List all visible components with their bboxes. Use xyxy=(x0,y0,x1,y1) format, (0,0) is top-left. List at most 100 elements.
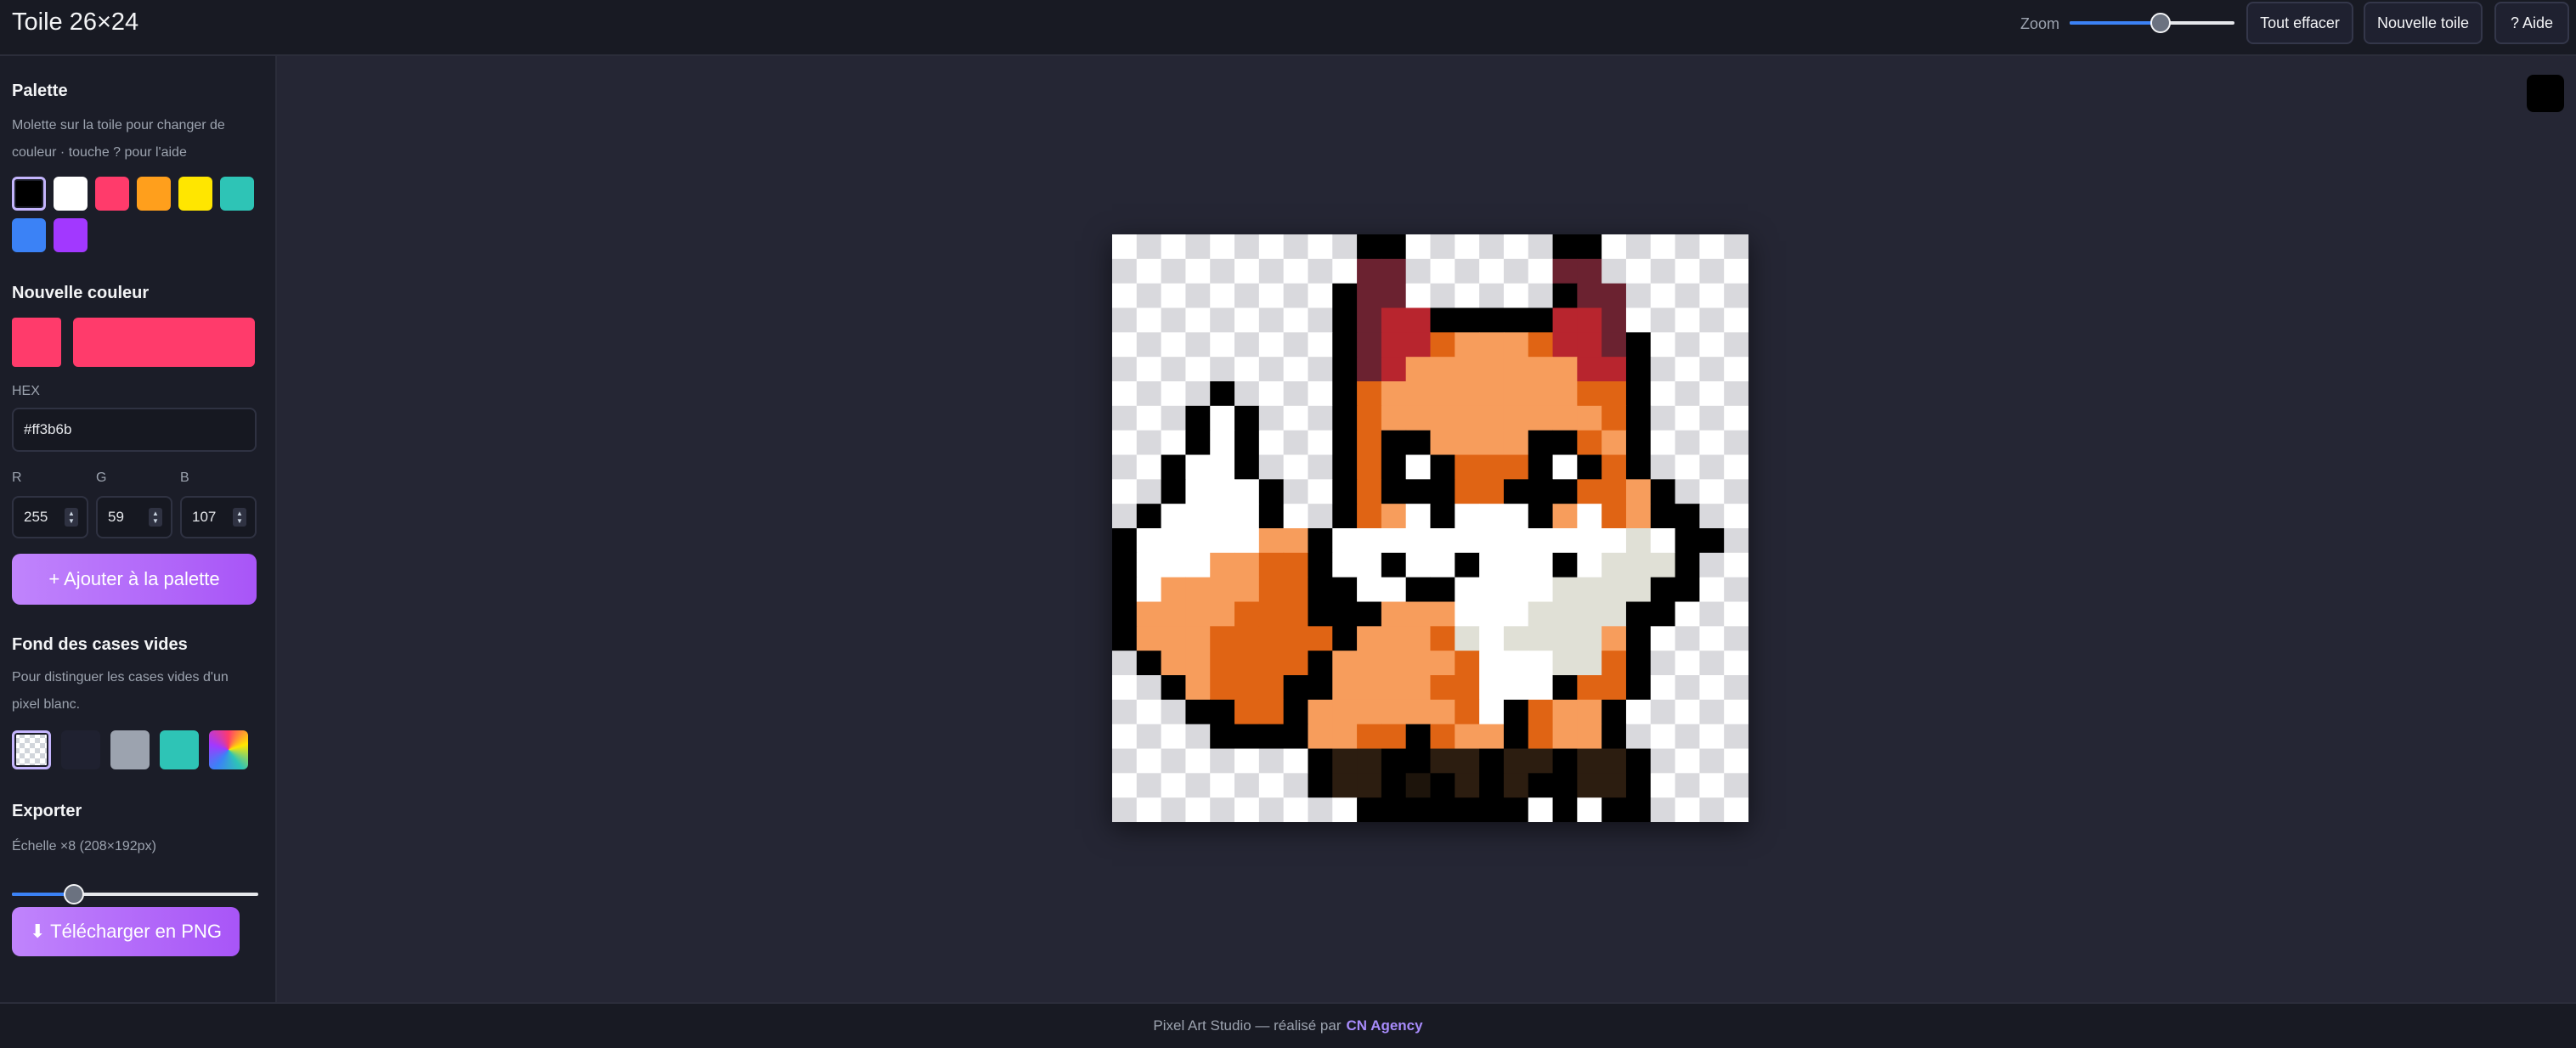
pixel-cell[interactable] xyxy=(1161,454,1186,480)
pixel-cell[interactable] xyxy=(1185,430,1211,455)
empty-cell[interactable] xyxy=(1724,651,1748,676)
empty-cell[interactable] xyxy=(1675,430,1700,455)
pixel-cell[interactable] xyxy=(1625,357,1652,382)
pixel-cell[interactable] xyxy=(1528,601,1554,627)
empty-cell[interactable] xyxy=(1258,773,1285,798)
pixel-cell[interactable] xyxy=(1552,307,1578,333)
pixel-cell[interactable] xyxy=(1577,699,1602,725)
pixel-cell[interactable] xyxy=(1405,724,1431,749)
empty-cell[interactable] xyxy=(1161,797,1186,822)
pixel-cell[interactable] xyxy=(1528,504,1554,529)
pixel-cell[interactable] xyxy=(1357,577,1382,602)
pixel-cell[interactable] xyxy=(1625,552,1652,578)
empty-cell[interactable] xyxy=(1136,332,1162,358)
pixel-cell[interactable] xyxy=(1625,479,1652,504)
pixel-cell[interactable] xyxy=(1479,797,1505,822)
new-color-preview[interactable] xyxy=(12,318,61,367)
empty-cell[interactable] xyxy=(1258,258,1285,285)
pixel-cell[interactable] xyxy=(1602,504,1627,529)
pixel-cell[interactable] xyxy=(1479,405,1505,431)
pixel-cell[interactable] xyxy=(1602,454,1627,480)
pixel-cell[interactable] xyxy=(1552,234,1578,260)
pixel-cell[interactable] xyxy=(1381,454,1407,480)
empty-cell[interactable] xyxy=(1308,405,1333,431)
empty-cell[interactable] xyxy=(1724,234,1748,260)
empty-cell[interactable] xyxy=(1503,283,1529,308)
pixel-cell[interactable] xyxy=(1258,528,1285,554)
pixel-cell[interactable] xyxy=(1283,601,1308,627)
empty-cell[interactable] xyxy=(1724,528,1748,554)
pixel-cell[interactable] xyxy=(1455,626,1480,651)
empty-cell[interactable] xyxy=(1699,283,1725,308)
pixel-cell[interactable] xyxy=(1552,601,1578,627)
empty-cell[interactable] xyxy=(1161,332,1186,358)
pixel-cell[interactable] xyxy=(1357,479,1382,504)
empty-cell[interactable] xyxy=(1455,234,1480,260)
empty-cell[interactable] xyxy=(1136,748,1162,774)
pixel-cell[interactable] xyxy=(1405,454,1431,480)
pixel-cell[interactable] xyxy=(1258,577,1285,602)
pixel-cell[interactable] xyxy=(1577,381,1602,407)
empty-cell[interactable] xyxy=(1528,258,1554,285)
empty-cell[interactable] xyxy=(1699,626,1725,651)
pixel-cell[interactable] xyxy=(1479,675,1505,701)
pixel-cell[interactable] xyxy=(1552,675,1578,701)
empty-cell[interactable] xyxy=(1724,601,1748,627)
empty-cell[interactable] xyxy=(1112,234,1138,260)
empty-cell[interactable] xyxy=(1503,234,1529,260)
pixel-cell[interactable] xyxy=(1185,552,1211,578)
pixel-cell[interactable] xyxy=(1332,528,1358,554)
empty-cell[interactable] xyxy=(1283,307,1308,333)
empty-cell[interactable] xyxy=(1185,748,1211,774)
pixel-cell[interactable] xyxy=(1357,748,1382,774)
empty-cell[interactable] xyxy=(1185,258,1211,285)
pixel-cell[interactable] xyxy=(1602,528,1627,554)
empty-cell[interactable] xyxy=(1724,675,1748,701)
empty-cell[interactable] xyxy=(1161,357,1186,382)
empty-cell[interactable] xyxy=(1650,651,1676,676)
pixel-cell[interactable] xyxy=(1308,626,1333,651)
pixel-cell[interactable] xyxy=(1283,577,1308,602)
pixel-cell[interactable] xyxy=(1161,675,1186,701)
empty-cell[interactable] xyxy=(1675,748,1700,774)
empty-cell[interactable] xyxy=(1528,797,1554,822)
empty-cell[interactable] xyxy=(1210,332,1235,358)
empty-cell[interactable] xyxy=(1234,797,1260,822)
pixel-cell[interactable] xyxy=(1479,430,1505,455)
empty-cell[interactable] xyxy=(1332,234,1358,260)
empty-cell[interactable] xyxy=(1503,258,1529,285)
empty-cell[interactable] xyxy=(1724,724,1748,749)
empty-cell[interactable] xyxy=(1602,234,1627,260)
pixel-cell[interactable] xyxy=(1283,651,1308,676)
pixel-cell[interactable] xyxy=(1577,577,1602,602)
pixel-cell[interactable] xyxy=(1455,504,1480,529)
pixel-cell[interactable] xyxy=(1357,430,1382,455)
pixel-cell[interactable] xyxy=(1136,552,1162,578)
pixel-cell[interactable] xyxy=(1258,479,1285,504)
empty-cell[interactable] xyxy=(1724,405,1748,431)
hex-input[interactable] xyxy=(12,408,257,452)
empty-cell[interactable] xyxy=(1210,797,1235,822)
pixel-cell[interactable] xyxy=(1455,699,1480,725)
background-option[interactable] xyxy=(160,730,199,769)
pixel-cell[interactable] xyxy=(1602,307,1627,333)
pixel-cell[interactable] xyxy=(1625,651,1652,676)
empty-cell[interactable] xyxy=(1112,258,1138,285)
pixel-cell[interactable] xyxy=(1381,651,1407,676)
empty-cell[interactable] xyxy=(1699,724,1725,749)
empty-cell[interactable] xyxy=(1161,381,1186,407)
empty-cell[interactable] xyxy=(1136,675,1162,701)
empty-cell[interactable] xyxy=(1675,773,1700,798)
empty-cell[interactable] xyxy=(1283,479,1308,504)
pixel-cell[interactable] xyxy=(1357,283,1382,308)
pixel-cell[interactable] xyxy=(1381,577,1407,602)
pixel-cell[interactable] xyxy=(1552,504,1578,529)
pixel-cell[interactable] xyxy=(1357,675,1382,701)
pixel-cell[interactable] xyxy=(1332,430,1358,455)
pixel-cell[interactable] xyxy=(1503,357,1529,382)
pixel-cell[interactable] xyxy=(1332,773,1358,798)
pixel-cell[interactable] xyxy=(1308,601,1333,627)
pixel-cell[interactable] xyxy=(1405,773,1431,798)
pixel-cell[interactable] xyxy=(1577,430,1602,455)
empty-cell[interactable] xyxy=(1185,307,1211,333)
